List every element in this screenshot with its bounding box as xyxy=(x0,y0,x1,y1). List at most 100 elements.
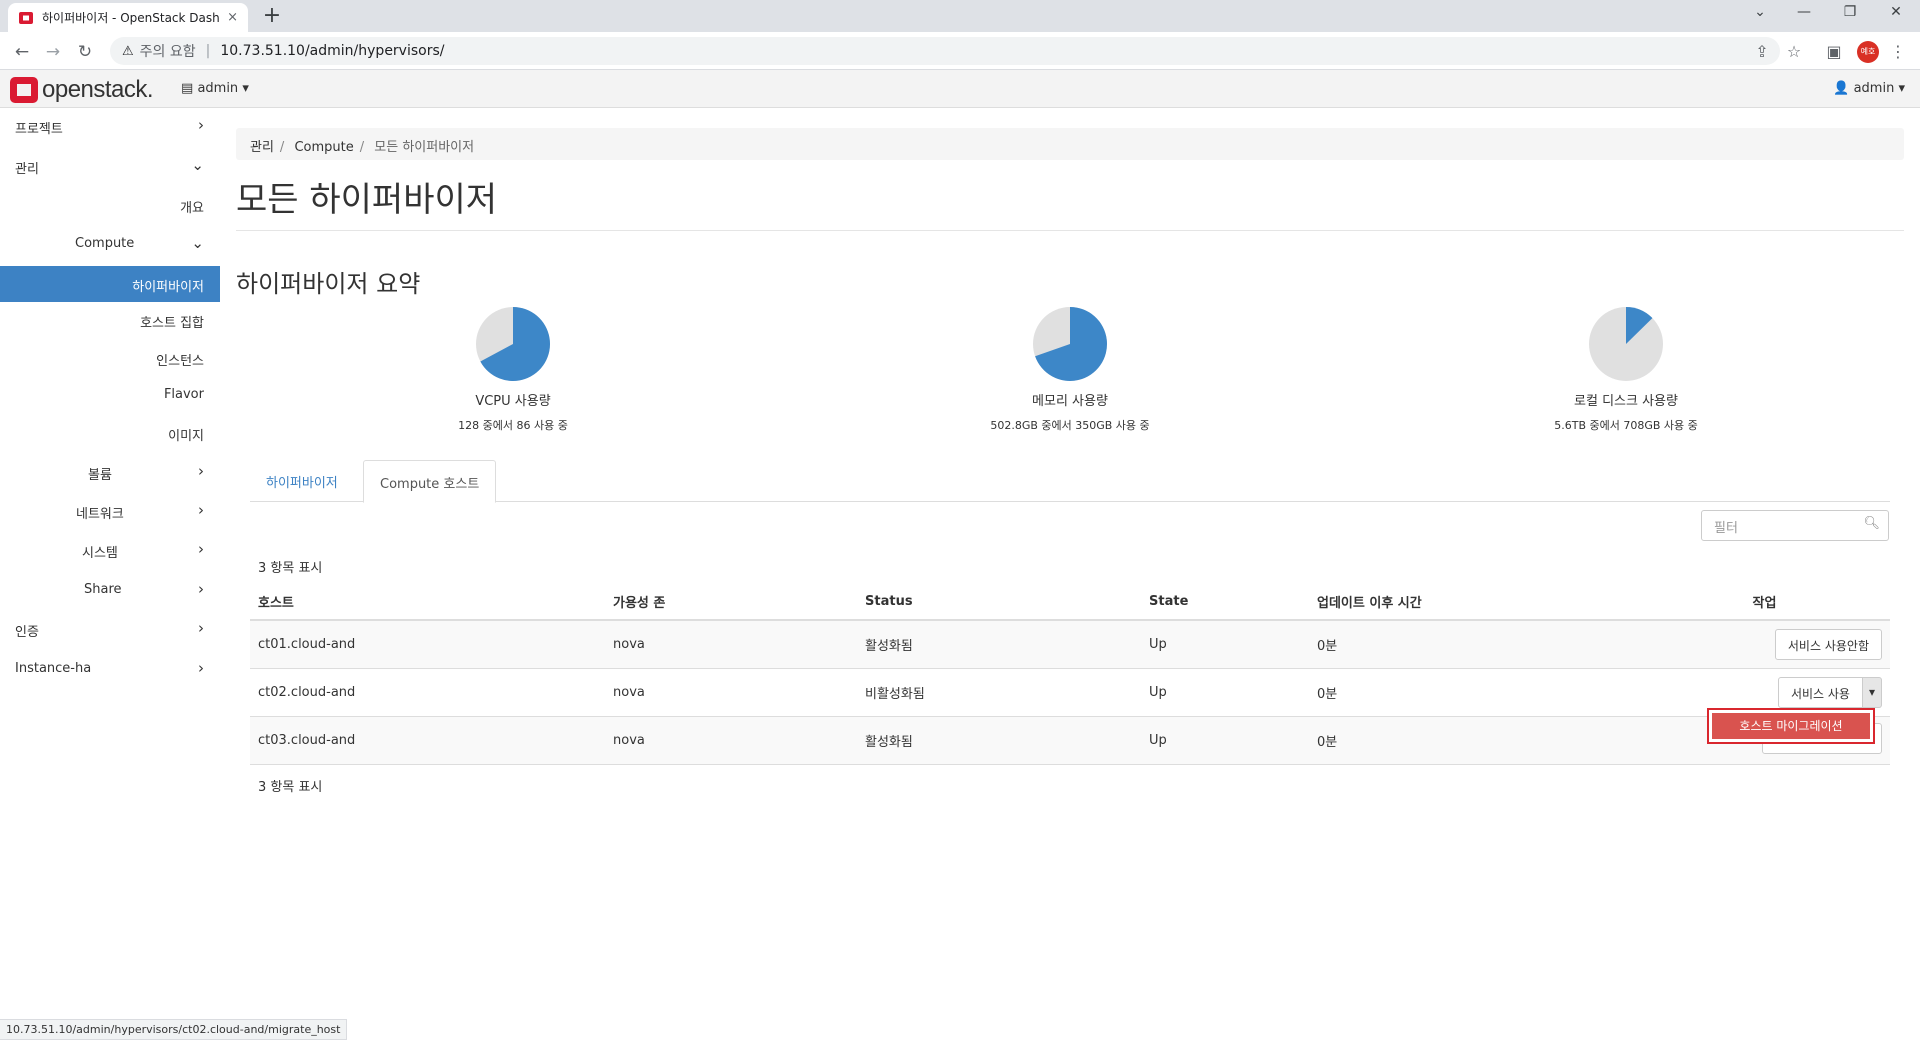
openstack-logo-icon xyxy=(10,77,38,103)
url-text[interactable]: 10.73.51.10/admin/hypervisors/ xyxy=(220,43,444,59)
column-header-updated[interactable]: 업데이트 이후 시간 xyxy=(1309,584,1639,621)
sidebar-item-flavors[interactable]: Flavor xyxy=(0,377,220,413)
breadcrumb-compute[interactable]: Compute xyxy=(294,140,353,155)
openstack-header: openstack. ▤ admin ▾ 👤 admin ▾ xyxy=(0,70,1920,108)
sidebar-item-label: 이미지 xyxy=(168,429,204,444)
sidebar-item-label: 인증 xyxy=(15,625,39,640)
link-status-bar: 10.73.51.10/admin/hypervisors/ct02.cloud… xyxy=(0,1019,348,1040)
sidebar-item-label: Compute xyxy=(75,236,135,251)
search-icon[interactable]: 🔍︎ xyxy=(1863,516,1880,531)
minimize-button[interactable]: — xyxy=(1792,4,1816,20)
chevron-down-icon: ⌄ xyxy=(191,234,204,252)
security-label[interactable]: 주의 요함 xyxy=(140,41,196,61)
share-icon[interactable]: ⇪ xyxy=(1752,42,1772,61)
sidebar-item-share[interactable]: Share › xyxy=(0,572,220,608)
reload-icon[interactable]: ↻ xyxy=(74,41,96,63)
sidebar-item-host-aggregates[interactable]: 호스트 집합 xyxy=(0,302,220,338)
bookmark-star-icon[interactable]: ☆ xyxy=(1784,42,1804,61)
logo-text: openstack. xyxy=(42,76,154,103)
new-tab-button[interactable]: + xyxy=(260,4,284,28)
hypervisor-tabs: 하이퍼바이저 Compute 호스트 xyxy=(250,460,1890,503)
sidebar-item-images[interactable]: 이미지 xyxy=(0,415,220,451)
disk-pie-icon xyxy=(1589,307,1663,381)
sidebar-item-label: Flavor xyxy=(163,387,204,402)
omnibox-separator: | xyxy=(205,43,211,59)
sidebar-item-label: 인스턴스 xyxy=(156,354,204,369)
updated-cell: 0분 xyxy=(1309,716,1639,765)
sidebar-item-label: 하이퍼바이저 xyxy=(132,280,204,295)
column-header-state[interactable]: State xyxy=(1141,584,1309,621)
sidebar-item-network[interactable]: 네트워크 › xyxy=(0,493,220,529)
project-selector[interactable]: ▤ admin ▾ xyxy=(181,81,249,96)
sidebar-item-project[interactable]: 프로젝트 › xyxy=(0,108,220,144)
sidebar-item-identity[interactable]: 인증 › xyxy=(0,611,220,647)
tab-compute-hosts[interactable]: Compute 호스트 xyxy=(363,460,497,503)
sidebar-item-volumes[interactable]: 볼륨 › xyxy=(0,454,220,490)
sidebar-item-label: 네트워크 xyxy=(76,507,124,522)
column-header-status[interactable]: Status xyxy=(857,584,1141,621)
tab-search-icon[interactable]: ⌄ xyxy=(1748,4,1772,20)
chevron-right-icon: › xyxy=(198,619,204,637)
state-cell: Up xyxy=(1141,668,1309,717)
user-menu[interactable]: 👤 admin ▾ xyxy=(1833,81,1905,96)
caret-down-icon[interactable]: ▾ xyxy=(1862,676,1882,708)
memory-pie-icon xyxy=(1033,307,1107,381)
close-window-button[interactable]: ✕ xyxy=(1884,4,1908,20)
column-header-host[interactable]: 호스트 xyxy=(250,584,605,621)
sidebar-item-overview[interactable]: 개요 xyxy=(0,187,220,223)
browser-menu-icon[interactable]: ⋮ xyxy=(1888,42,1908,61)
pie-subtext: 502.8GB 중에서 350GB 사용 중 xyxy=(990,419,1150,432)
page-title: 모든 하이퍼바이저 xyxy=(236,180,498,220)
forward-arrow-icon[interactable]: → xyxy=(42,41,64,63)
migrate-host-menu-item[interactable]: 호스트 마이그레이션 xyxy=(1712,713,1870,739)
sidebar-item-label: 프로젝트 xyxy=(15,122,63,137)
state-cell: Up xyxy=(1141,620,1309,669)
sidebar-item-label: Share xyxy=(84,582,122,597)
enable-service-button-group: 서비스 사용 ▾ xyxy=(1777,676,1882,708)
breadcrumb-admin[interactable]: 관리 xyxy=(250,140,274,155)
vcpu-usage-chart: VCPU 사용량 128 중에서 86 사용 중 xyxy=(383,306,643,433)
memory-usage-chart: 메모리 사용량 502.8GB 중에서 350GB 사용 중 xyxy=(940,306,1200,433)
browser-tab[interactable]: 하이퍼바이저 - OpenStack Dash × xyxy=(8,3,248,32)
warning-icon[interactable]: ⚠ xyxy=(122,44,134,59)
sidebar-item-instance-ha[interactable]: Instance-ha › xyxy=(0,651,220,687)
enable-service-button[interactable]: 서비스 사용 xyxy=(1777,676,1863,708)
status-cell: 비활성화됨 xyxy=(857,668,1141,717)
host-cell: ct02.cloud-and xyxy=(250,668,605,717)
breadcrumb-separator: / xyxy=(359,140,365,155)
host-cell: ct01.cloud-and xyxy=(250,620,605,669)
openstack-favicon-icon xyxy=(19,11,33,24)
project-name: admin xyxy=(197,81,239,96)
side-panel-icon[interactable]: ▣ xyxy=(1824,42,1844,61)
url-omnibox[interactable]: ⚠ 주의 요함 | 10.73.51.10/admin/hypervisors/ xyxy=(110,37,1780,65)
title-divider xyxy=(236,230,1904,231)
column-header-actions: 작업 xyxy=(1639,584,1890,621)
profile-avatar[interactable]: 예호 xyxy=(1857,41,1879,63)
restore-button[interactable]: ❐ xyxy=(1838,4,1862,20)
caret-down-icon: ▾ xyxy=(1898,81,1905,96)
host-cell: ct03.cloud-and xyxy=(250,716,605,765)
browser-tabbar: 하이퍼바이저 - OpenStack Dash × + ⌄ — ❐ ✕ xyxy=(0,0,1920,32)
item-count-top: 3 항목 표시 xyxy=(258,561,323,576)
tab-hypervisors[interactable]: 하이퍼바이저 xyxy=(250,460,354,502)
sidebar-item-compute[interactable]: Compute ⌄ xyxy=(0,226,220,262)
sidebar-item-system[interactable]: 시스템 › xyxy=(0,532,220,568)
sidebar-item-label: 관리 xyxy=(15,162,39,177)
sidebar-item-admin[interactable]: 관리 ⌄ xyxy=(0,148,220,184)
openstack-logo[interactable]: openstack. xyxy=(10,76,154,104)
column-header-zone[interactable]: 가용성 존 xyxy=(605,584,857,621)
sidebar-item-instances[interactable]: 인스턴스 xyxy=(0,340,220,376)
table-row: ct01.cloud-and nova 활성화됨 Up 0분 서비스 사용안함 xyxy=(250,620,1890,669)
action-dropdown-menu: 호스트 마이그레이션 xyxy=(1707,708,1875,744)
disable-service-button[interactable]: 서비스 사용안함 xyxy=(1774,628,1882,660)
sidebar-item-label: 호스트 집합 xyxy=(140,316,204,331)
pie-subtext: 128 중에서 86 사용 중 xyxy=(458,419,568,432)
chevron-down-icon: ⌄ xyxy=(191,156,204,174)
chevron-right-icon: › xyxy=(198,501,204,519)
sidebar-item-label: 시스템 xyxy=(82,546,118,561)
back-arrow-icon[interactable]: ← xyxy=(11,41,33,63)
tab-close-icon[interactable]: × xyxy=(227,10,238,25)
pie-label: VCPU 사용량 xyxy=(475,394,551,409)
sidebar-item-hypervisors[interactable]: 하이퍼바이저 xyxy=(0,266,220,302)
filter-input[interactable]: 필터 🔍︎ xyxy=(1701,510,1889,541)
